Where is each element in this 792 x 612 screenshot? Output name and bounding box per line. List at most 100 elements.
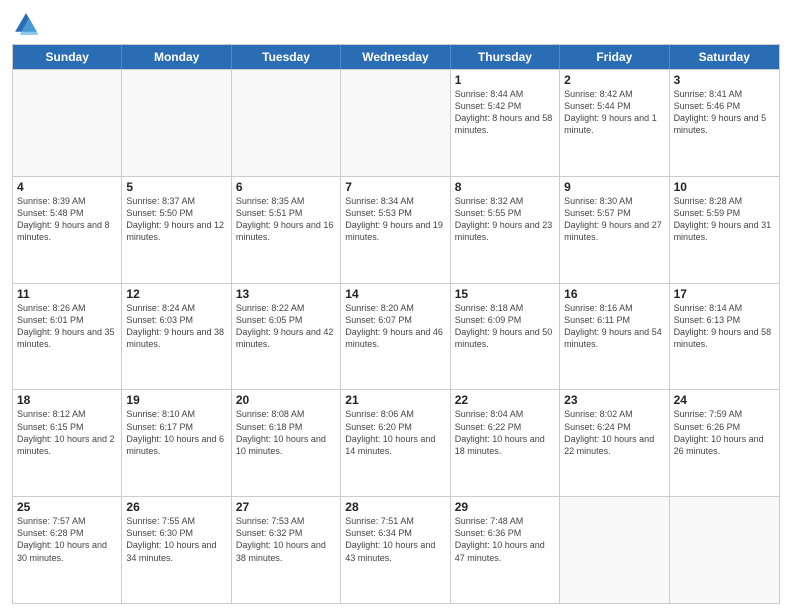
day-info: Sunrise: 8:16 AM Sunset: 6:11 PM Dayligh… xyxy=(564,302,664,351)
day-info: Sunrise: 8:26 AM Sunset: 6:01 PM Dayligh… xyxy=(17,302,117,351)
day-info: Sunrise: 8:02 AM Sunset: 6:24 PM Dayligh… xyxy=(564,408,664,457)
day-header-tuesday: Tuesday xyxy=(232,45,341,69)
page: SundayMondayTuesdayWednesdayThursdayFrid… xyxy=(0,0,792,612)
day-info: Sunrise: 8:32 AM Sunset: 5:55 PM Dayligh… xyxy=(455,195,555,244)
day-number: 11 xyxy=(17,287,117,301)
day-info: Sunrise: 8:12 AM Sunset: 6:15 PM Dayligh… xyxy=(17,408,117,457)
calendar-header-row: SundayMondayTuesdayWednesdayThursdayFrid… xyxy=(13,45,779,69)
day-info: Sunrise: 8:41 AM Sunset: 5:46 PM Dayligh… xyxy=(674,88,775,137)
day-info: Sunrise: 7:57 AM Sunset: 6:28 PM Dayligh… xyxy=(17,515,117,564)
day-cell-2: 2Sunrise: 8:42 AM Sunset: 5:44 PM Daylig… xyxy=(560,70,669,176)
day-cell-11: 11Sunrise: 8:26 AM Sunset: 6:01 PM Dayli… xyxy=(13,284,122,390)
day-info: Sunrise: 8:35 AM Sunset: 5:51 PM Dayligh… xyxy=(236,195,336,244)
day-info: Sunrise: 8:20 AM Sunset: 6:07 PM Dayligh… xyxy=(345,302,445,351)
day-cell-5: 5Sunrise: 8:37 AM Sunset: 5:50 PM Daylig… xyxy=(122,177,231,283)
day-info: Sunrise: 8:30 AM Sunset: 5:57 PM Dayligh… xyxy=(564,195,664,244)
day-info: Sunrise: 7:59 AM Sunset: 6:26 PM Dayligh… xyxy=(674,408,775,457)
day-header-thursday: Thursday xyxy=(451,45,560,69)
calendar-row-2: 4Sunrise: 8:39 AM Sunset: 5:48 PM Daylig… xyxy=(13,176,779,283)
day-cell-3: 3Sunrise: 8:41 AM Sunset: 5:46 PM Daylig… xyxy=(670,70,779,176)
day-cell-14: 14Sunrise: 8:20 AM Sunset: 6:07 PM Dayli… xyxy=(341,284,450,390)
day-info: Sunrise: 8:04 AM Sunset: 6:22 PM Dayligh… xyxy=(455,408,555,457)
day-cell-13: 13Sunrise: 8:22 AM Sunset: 6:05 PM Dayli… xyxy=(232,284,341,390)
empty-cell xyxy=(670,497,779,603)
day-info: Sunrise: 7:55 AM Sunset: 6:30 PM Dayligh… xyxy=(126,515,226,564)
day-cell-6: 6Sunrise: 8:35 AM Sunset: 5:51 PM Daylig… xyxy=(232,177,341,283)
day-number: 1 xyxy=(455,73,555,87)
empty-cell xyxy=(560,497,669,603)
calendar-body: 1Sunrise: 8:44 AM Sunset: 5:42 PM Daylig… xyxy=(13,69,779,603)
day-info: Sunrise: 8:37 AM Sunset: 5:50 PM Dayligh… xyxy=(126,195,226,244)
day-header-friday: Friday xyxy=(560,45,669,69)
day-cell-16: 16Sunrise: 8:16 AM Sunset: 6:11 PM Dayli… xyxy=(560,284,669,390)
day-cell-28: 28Sunrise: 7:51 AM Sunset: 6:34 PM Dayli… xyxy=(341,497,450,603)
day-info: Sunrise: 8:22 AM Sunset: 6:05 PM Dayligh… xyxy=(236,302,336,351)
day-cell-22: 22Sunrise: 8:04 AM Sunset: 6:22 PM Dayli… xyxy=(451,390,560,496)
day-cell-17: 17Sunrise: 8:14 AM Sunset: 6:13 PM Dayli… xyxy=(670,284,779,390)
day-number: 25 xyxy=(17,500,117,514)
day-cell-19: 19Sunrise: 8:10 AM Sunset: 6:17 PM Dayli… xyxy=(122,390,231,496)
day-info: Sunrise: 8:28 AM Sunset: 5:59 PM Dayligh… xyxy=(674,195,775,244)
day-number: 2 xyxy=(564,73,664,87)
day-header-wednesday: Wednesday xyxy=(341,45,450,69)
day-cell-20: 20Sunrise: 8:08 AM Sunset: 6:18 PM Dayli… xyxy=(232,390,341,496)
day-number: 22 xyxy=(455,393,555,407)
day-number: 7 xyxy=(345,180,445,194)
logo xyxy=(12,10,44,38)
day-cell-29: 29Sunrise: 7:48 AM Sunset: 6:36 PM Dayli… xyxy=(451,497,560,603)
day-cell-18: 18Sunrise: 8:12 AM Sunset: 6:15 PM Dayli… xyxy=(13,390,122,496)
header xyxy=(12,10,780,38)
day-cell-21: 21Sunrise: 8:06 AM Sunset: 6:20 PM Dayli… xyxy=(341,390,450,496)
calendar-row-4: 18Sunrise: 8:12 AM Sunset: 6:15 PM Dayli… xyxy=(13,389,779,496)
day-cell-25: 25Sunrise: 7:57 AM Sunset: 6:28 PM Dayli… xyxy=(13,497,122,603)
day-header-saturday: Saturday xyxy=(670,45,779,69)
day-number: 24 xyxy=(674,393,775,407)
day-number: 27 xyxy=(236,500,336,514)
day-number: 17 xyxy=(674,287,775,301)
empty-cell xyxy=(13,70,122,176)
day-cell-15: 15Sunrise: 8:18 AM Sunset: 6:09 PM Dayli… xyxy=(451,284,560,390)
day-cell-1: 1Sunrise: 8:44 AM Sunset: 5:42 PM Daylig… xyxy=(451,70,560,176)
day-info: Sunrise: 8:14 AM Sunset: 6:13 PM Dayligh… xyxy=(674,302,775,351)
calendar-row-5: 25Sunrise: 7:57 AM Sunset: 6:28 PM Dayli… xyxy=(13,496,779,603)
day-info: Sunrise: 7:53 AM Sunset: 6:32 PM Dayligh… xyxy=(236,515,336,564)
day-cell-7: 7Sunrise: 8:34 AM Sunset: 5:53 PM Daylig… xyxy=(341,177,450,283)
calendar-row-3: 11Sunrise: 8:26 AM Sunset: 6:01 PM Dayli… xyxy=(13,283,779,390)
day-info: Sunrise: 8:06 AM Sunset: 6:20 PM Dayligh… xyxy=(345,408,445,457)
day-cell-27: 27Sunrise: 7:53 AM Sunset: 6:32 PM Dayli… xyxy=(232,497,341,603)
day-header-monday: Monday xyxy=(122,45,231,69)
day-info: Sunrise: 8:39 AM Sunset: 5:48 PM Dayligh… xyxy=(17,195,117,244)
day-number: 28 xyxy=(345,500,445,514)
day-info: Sunrise: 8:18 AM Sunset: 6:09 PM Dayligh… xyxy=(455,302,555,351)
day-number: 29 xyxy=(455,500,555,514)
day-cell-8: 8Sunrise: 8:32 AM Sunset: 5:55 PM Daylig… xyxy=(451,177,560,283)
empty-cell xyxy=(341,70,450,176)
day-number: 6 xyxy=(236,180,336,194)
day-info: Sunrise: 8:08 AM Sunset: 6:18 PM Dayligh… xyxy=(236,408,336,457)
logo-icon xyxy=(12,10,40,38)
day-number: 23 xyxy=(564,393,664,407)
day-number: 4 xyxy=(17,180,117,194)
day-info: Sunrise: 7:48 AM Sunset: 6:36 PM Dayligh… xyxy=(455,515,555,564)
day-info: Sunrise: 8:42 AM Sunset: 5:44 PM Dayligh… xyxy=(564,88,664,137)
day-number: 3 xyxy=(674,73,775,87)
day-cell-23: 23Sunrise: 8:02 AM Sunset: 6:24 PM Dayli… xyxy=(560,390,669,496)
day-info: Sunrise: 8:44 AM Sunset: 5:42 PM Dayligh… xyxy=(455,88,555,137)
day-number: 5 xyxy=(126,180,226,194)
calendar-row-1: 1Sunrise: 8:44 AM Sunset: 5:42 PM Daylig… xyxy=(13,69,779,176)
day-info: Sunrise: 8:24 AM Sunset: 6:03 PM Dayligh… xyxy=(126,302,226,351)
day-cell-4: 4Sunrise: 8:39 AM Sunset: 5:48 PM Daylig… xyxy=(13,177,122,283)
day-info: Sunrise: 7:51 AM Sunset: 6:34 PM Dayligh… xyxy=(345,515,445,564)
day-number: 19 xyxy=(126,393,226,407)
day-number: 16 xyxy=(564,287,664,301)
day-cell-10: 10Sunrise: 8:28 AM Sunset: 5:59 PM Dayli… xyxy=(670,177,779,283)
day-cell-12: 12Sunrise: 8:24 AM Sunset: 6:03 PM Dayli… xyxy=(122,284,231,390)
day-number: 8 xyxy=(455,180,555,194)
day-number: 18 xyxy=(17,393,117,407)
day-number: 21 xyxy=(345,393,445,407)
day-info: Sunrise: 8:10 AM Sunset: 6:17 PM Dayligh… xyxy=(126,408,226,457)
empty-cell xyxy=(122,70,231,176)
calendar: SundayMondayTuesdayWednesdayThursdayFrid… xyxy=(12,44,780,604)
day-number: 20 xyxy=(236,393,336,407)
day-info: Sunrise: 8:34 AM Sunset: 5:53 PM Dayligh… xyxy=(345,195,445,244)
